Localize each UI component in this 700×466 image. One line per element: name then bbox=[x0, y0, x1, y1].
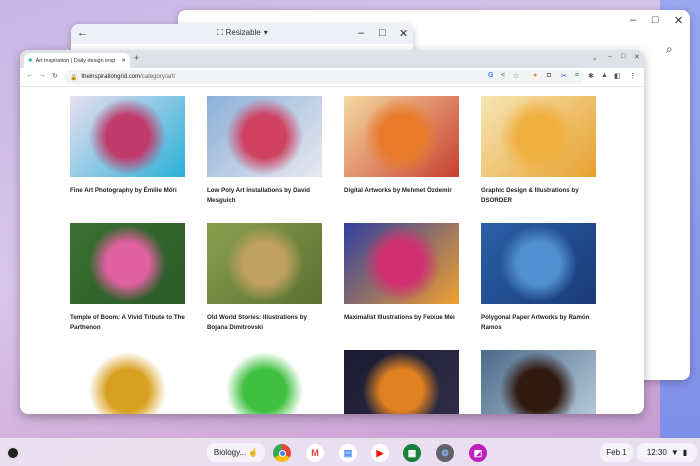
side-panel-icon[interactable]: ◧ bbox=[614, 72, 621, 80]
camera-icon[interactable]: ◘ bbox=[547, 72, 551, 79]
status-area[interactable]: 12:30 ▼ ▮ bbox=[637, 443, 697, 462]
article-title[interactable]: Maximalist Illustrations by Feixue Mei bbox=[344, 313, 462, 323]
article-card[interactable]: Polygonal Paper Artworks by Ramón Ramos bbox=[481, 223, 596, 350]
minimize-icon[interactable]: – bbox=[608, 53, 612, 60]
tab-close-icon[interactable]: ✕ bbox=[121, 58, 126, 64]
extension-icon[interactable]: ✂ bbox=[561, 72, 567, 80]
browser-window: ✺ Art inspiration | Daily design insp ✕ … bbox=[20, 50, 644, 414]
settings-icon[interactable]: ⚙ bbox=[436, 444, 454, 462]
tab-art-inspiration[interactable]: ✺ Art inspiration | Daily design insp ✕ bbox=[24, 53, 130, 68]
article-title[interactable]: Temple of Boom: A Vivid Tribute to The P… bbox=[70, 313, 188, 333]
article-card[interactable]: Fine Art Photography by Émilie Möri bbox=[70, 96, 185, 223]
dropdown-icon: ▾ bbox=[263, 28, 268, 37]
minimize-icon[interactable]: – bbox=[358, 27, 364, 39]
maximize-icon[interactable]: □ bbox=[652, 14, 659, 26]
battery-icon: ▮ bbox=[682, 448, 688, 457]
article-card[interactable]: Old World Stories: Illustrations by Boja… bbox=[207, 223, 322, 350]
close-icon[interactable]: ✕ bbox=[399, 27, 408, 40]
date-button[interactable]: Feb 1 bbox=[600, 443, 633, 462]
lab-icon[interactable]: ▲ bbox=[601, 72, 608, 79]
address-bar[interactable]: 🔒 theinspirationgrid.com/category/art/ bbox=[64, 70, 584, 84]
article-image[interactable] bbox=[344, 223, 459, 304]
minimize-icon[interactable]: – bbox=[630, 14, 636, 26]
resize-icon: ⛶ bbox=[217, 28, 223, 37]
launcher-icon[interactable] bbox=[6, 446, 20, 460]
article-image[interactable] bbox=[481, 350, 596, 414]
extension-icon[interactable]: ● bbox=[533, 72, 537, 79]
google-icon[interactable]: G bbox=[488, 72, 493, 79]
lock-icon: 🔒 bbox=[70, 74, 78, 81]
article-image[interactable] bbox=[344, 96, 459, 177]
menu-icon[interactable]: ⋮ bbox=[629, 72, 636, 80]
article-image[interactable] bbox=[207, 350, 322, 414]
extensions-puzzle-icon[interactable]: ✱ bbox=[588, 72, 594, 80]
maximize-icon[interactable]: □ bbox=[379, 27, 386, 39]
article-card[interactable] bbox=[207, 350, 322, 414]
article-image[interactable] bbox=[207, 96, 322, 177]
article-title[interactable]: Digital Artworks by Mehmet Özdemir bbox=[344, 186, 462, 196]
wifi-icon: ▼ bbox=[670, 448, 679, 457]
canvas-app-icon[interactable]: ◩ bbox=[469, 444, 487, 462]
article-card[interactable]: Digital Artworks by Mehmet Özdemir bbox=[344, 96, 459, 223]
article-card[interactable]: Temple of Boom: A Vivid Tribute to The P… bbox=[70, 223, 185, 350]
article-card[interactable] bbox=[344, 350, 459, 414]
maximize-icon[interactable]: □ bbox=[621, 53, 625, 60]
article-card[interactable] bbox=[481, 350, 596, 414]
article-card[interactable]: Maximalist Illustrations by Feixue Mei bbox=[344, 223, 459, 350]
tab-search-icon[interactable]: ⌄ bbox=[592, 54, 598, 62]
gmail-icon[interactable]: M bbox=[306, 444, 324, 462]
tab-strip: ✺ Art inspiration | Daily design insp ✕ … bbox=[20, 50, 644, 68]
share-icon[interactable]: < bbox=[501, 72, 505, 79]
article-title[interactable]: Polygonal Paper Artworks by Ramón Ramos bbox=[481, 313, 599, 333]
back-icon[interactable]: ← bbox=[26, 72, 33, 79]
article-title[interactable]: Fine Art Photography by Émilie Möri bbox=[70, 186, 188, 196]
youtube-icon[interactable]: ▶ bbox=[371, 444, 389, 462]
article-title[interactable]: Old World Stories: Illustrations by Boja… bbox=[207, 313, 325, 333]
close-icon[interactable]: ✕ bbox=[674, 14, 683, 27]
cursor-icon: ☝ bbox=[248, 448, 259, 457]
article-card[interactable] bbox=[70, 350, 185, 414]
article-image[interactable] bbox=[70, 350, 185, 414]
article-card[interactable]: Graphic Design & Illustrations by DSORDE… bbox=[481, 96, 596, 223]
search-icon[interactable]: ⌕ bbox=[666, 42, 673, 57]
article-grid: Fine Art Photography by Émilie Möri Low P… bbox=[70, 96, 596, 414]
new-tab-icon[interactable]: + bbox=[134, 53, 139, 63]
article-image[interactable] bbox=[207, 223, 322, 304]
chrome-icon[interactable] bbox=[273, 444, 291, 462]
bookmark-star-icon[interactable]: ☆ bbox=[513, 72, 519, 80]
screenshot-icon[interactable]: ⌗ bbox=[575, 72, 579, 80]
close-icon[interactable]: ✕ bbox=[634, 53, 640, 61]
reload-icon[interactable]: ↻ bbox=[52, 72, 58, 80]
pinned-app-biology[interactable]: Biology... ☝ bbox=[207, 443, 265, 462]
forward-icon[interactable]: → bbox=[39, 72, 46, 79]
article-card[interactable]: Low Poly Art Installations by David Mesg… bbox=[207, 96, 322, 223]
article-image[interactable] bbox=[70, 96, 185, 177]
article-image[interactable] bbox=[481, 223, 596, 304]
article-title[interactable]: Graphic Design & Illustrations by DSORDE… bbox=[481, 186, 599, 206]
article-image[interactable] bbox=[481, 96, 596, 177]
article-image[interactable] bbox=[70, 223, 185, 304]
resize-menu[interactable]: ⛶ Resizable ▾ bbox=[217, 28, 268, 38]
article-image[interactable] bbox=[344, 350, 459, 414]
calculator-icon[interactable]: ▦ bbox=[403, 444, 421, 462]
toolbar: ← → ↻ 🔒 theinspirationgrid.com/category/… bbox=[20, 68, 644, 87]
docs-icon[interactable]: ▤ bbox=[339, 444, 357, 462]
article-title[interactable]: Low Poly Art Installations by David Mesg… bbox=[207, 186, 325, 206]
back-arrow-icon[interactable]: ← bbox=[77, 27, 88, 39]
favicon-icon: ✺ bbox=[28, 57, 33, 64]
